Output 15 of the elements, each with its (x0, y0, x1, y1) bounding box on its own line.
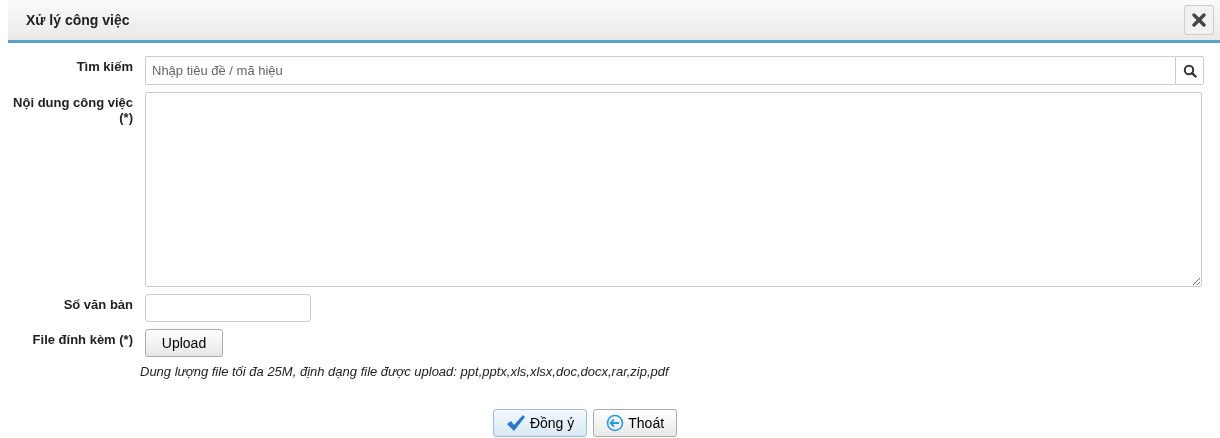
confirm-button[interactable]: Đồng ý (492, 409, 588, 437)
window-title: Xử lý công việc (26, 12, 130, 28)
upload-button[interactable]: Upload (145, 329, 223, 357)
field-label: Tìm kiếm (75, 58, 133, 76)
exit-button[interactable]: Thoát (593, 409, 678, 437)
hint-text: Dung lượng file tối đa 25M, định dạng file được upload: ppt,pptx,xls,xlsx,doc,docx,rar,zip,pdf (140, 364, 671, 379)
field-label: File đính kèm (*) (31, 331, 133, 349)
search-button[interactable] (1175, 56, 1204, 85)
close-button[interactable] (1184, 5, 1214, 35)
field-label: Số văn bản (62, 296, 133, 314)
search-icon (1182, 63, 1197, 78)
search-field[interactable]: Nhập tiêu đề / mã hiệu (145, 56, 1175, 85)
field-label: Nội dung công việc (*) (12, 94, 133, 127)
close-icon (1192, 13, 1206, 27)
checkmark-icon (505, 414, 526, 432)
